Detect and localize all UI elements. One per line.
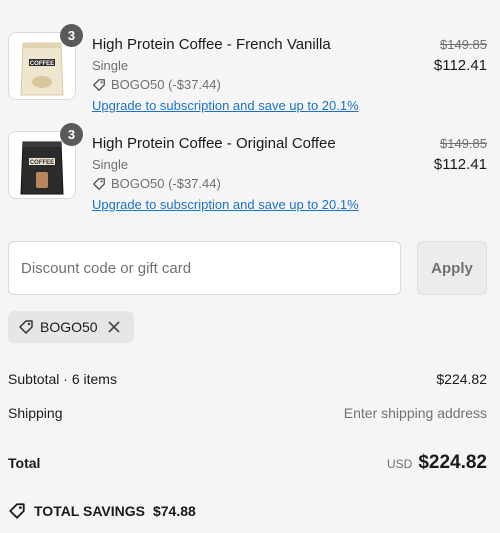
bag-label: COFFEE xyxy=(30,160,54,166)
discount-code-input[interactable] xyxy=(8,241,401,295)
tag-icon xyxy=(18,319,34,335)
subtotal-value: $224.82 xyxy=(436,371,487,387)
item-discount: BOGO50 (-$37.44) xyxy=(92,176,221,191)
currency-code: USD xyxy=(386,457,413,471)
upgrade-subscription-link[interactable]: Upgrade to subscription and save up to 2… xyxy=(92,98,359,113)
product-variant: Single xyxy=(92,157,129,172)
subtotal-row: Subtotal · 6 items $224.82 xyxy=(8,371,487,387)
quantity-badge: 3 xyxy=(60,24,83,47)
total-value: $224.82 xyxy=(418,452,487,473)
item-price: $112.41 xyxy=(433,57,487,74)
product-bag-icon: COFFEE xyxy=(20,42,64,96)
item-discount: BOGO50 (-$37.44) xyxy=(92,77,221,92)
tag-icon xyxy=(93,177,105,190)
subtotal-label: Subtotal · 6 items xyxy=(8,371,117,387)
product-bag-icon: COFFEE xyxy=(20,141,64,195)
apply-button[interactable]: Apply xyxy=(417,241,487,295)
bag-label: COFFEE xyxy=(30,61,54,67)
product-name: High Protein Coffee - French Vanilla xyxy=(92,36,331,53)
savings-amount: $74.88 xyxy=(152,503,196,519)
item-price: $112.41 xyxy=(433,156,487,173)
total-row: Total USD $224.82 xyxy=(8,452,487,474)
line-item: COFFEE 3 High Protein Coffee - French Va… xyxy=(0,24,500,122)
tag-icon xyxy=(93,78,105,91)
item-discount-text: BOGO50 (-$37.44) xyxy=(111,77,221,92)
original-price: $149.85 xyxy=(440,37,487,52)
shipping-row: Shipping Enter shipping address xyxy=(8,405,487,421)
applied-code-label: BOGO50 xyxy=(40,319,98,335)
item-discount-text: BOGO50 (-$37.44) xyxy=(111,176,221,191)
applied-discount-chip: BOGO50 xyxy=(8,311,134,343)
product-variant: Single xyxy=(92,58,129,73)
line-item: COFFEE 3 High Protein Coffee - Original … xyxy=(0,123,500,221)
shipping-value: Enter shipping address xyxy=(343,405,487,421)
original-price: $149.85 xyxy=(440,136,487,151)
close-icon[interactable] xyxy=(108,321,120,333)
quantity-badge: 3 xyxy=(60,123,83,146)
total-label: Total xyxy=(8,455,41,471)
shipping-label: Shipping xyxy=(8,405,63,421)
product-name: High Protein Coffee - Original Coffee xyxy=(92,135,336,152)
savings-label: TOTAL SAVINGS xyxy=(34,503,145,519)
total-savings: TOTAL SAVINGS $74.88 xyxy=(8,502,196,520)
upgrade-subscription-link[interactable]: Upgrade to subscription and save up to 2… xyxy=(92,197,359,212)
tag-icon xyxy=(9,503,25,519)
